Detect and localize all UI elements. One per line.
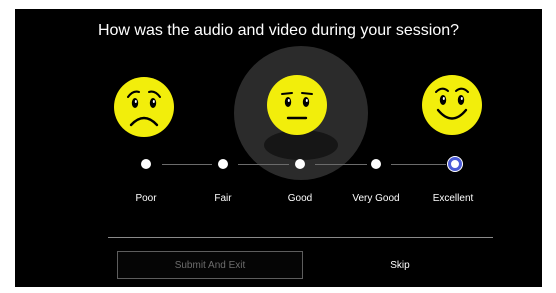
session-feedback-dialog: How was the audio and video during your … xyxy=(15,9,542,287)
skip-button[interactable]: Skip xyxy=(363,251,437,279)
rating-label-good[interactable]: Good xyxy=(260,193,340,204)
neutral-face-icon xyxy=(265,73,329,137)
rating-label-excellent[interactable]: Excellent xyxy=(413,193,493,204)
rating-label-very-good[interactable]: Very Good xyxy=(336,193,416,204)
rating-radio-good[interactable] xyxy=(295,159,305,169)
sad-face-icon xyxy=(112,75,176,139)
rating-radio-excellent[interactable] xyxy=(448,157,462,171)
scale-connector xyxy=(162,164,212,165)
submit-and-exit-button[interactable]: Submit And Exit xyxy=(117,251,303,279)
scale-connector xyxy=(391,164,446,165)
scale-connector xyxy=(315,164,367,165)
rating-radio-poor[interactable] xyxy=(141,159,151,169)
scale-connector xyxy=(238,164,289,165)
feedback-question: How was the audio and video during your … xyxy=(97,22,460,39)
rating-radio-very-good[interactable] xyxy=(371,159,381,169)
divider xyxy=(108,237,493,238)
happy-face-icon xyxy=(420,73,484,137)
rating-label-poor[interactable]: Poor xyxy=(106,193,186,204)
rating-label-fair[interactable]: Fair xyxy=(183,193,263,204)
rating-radio-fair[interactable] xyxy=(218,159,228,169)
